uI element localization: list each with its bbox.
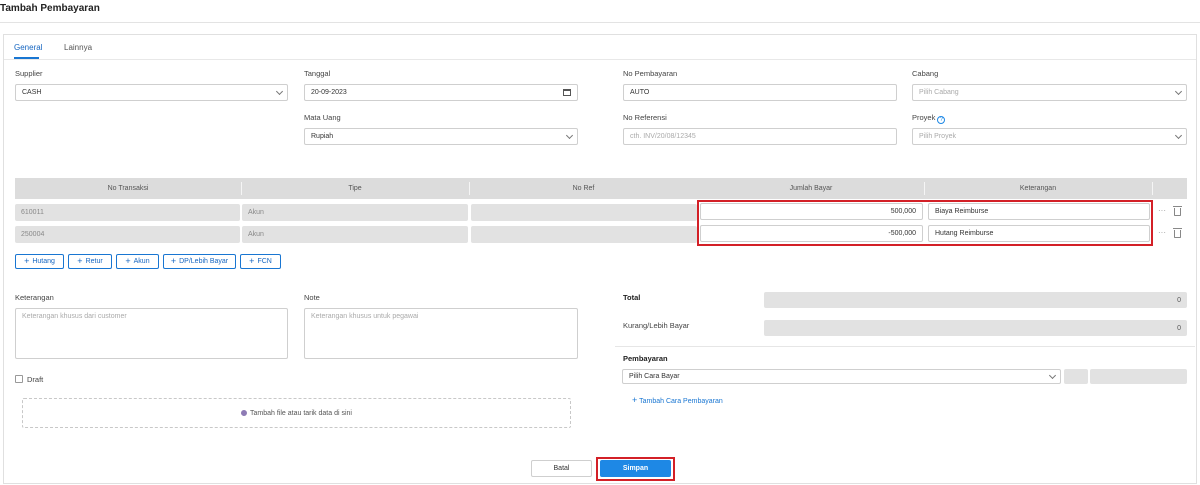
save-highlight-box	[596, 457, 675, 481]
page-title: Tambah Pembayaran	[0, 3, 100, 14]
note-textarea[interactable]: Keterangan khusus untuk pegawai	[304, 308, 578, 359]
cara-bayar-select[interactable]: Pilih Cara Bayar	[622, 369, 1061, 384]
chevron-down-icon	[1174, 87, 1183, 96]
no-referensi-input[interactable]: cth. INV/20/08/12345	[623, 128, 897, 145]
plus-icon: +	[632, 395, 638, 405]
add-hutang-label: Hutang	[32, 258, 55, 265]
mata-uang-label: Mata Uang	[304, 113, 341, 122]
cabang-placeholder: Pilih Cabang	[919, 89, 959, 96]
cabang-select[interactable]: Pilih Cabang	[912, 84, 1187, 101]
proyek-label-group: Proyek?	[912, 113, 946, 124]
no-referensi-placeholder: cth. INV/20/08/12345	[630, 133, 696, 140]
table-row-2-tipe: Akun	[242, 226, 468, 243]
cancel-button[interactable]: Batal	[531, 460, 592, 477]
add-cara-pembayaran-label: Tambah Cara Pembayaran	[639, 398, 723, 405]
header-divider	[0, 22, 1200, 23]
tanggal-date-field[interactable]: 20-09-2023	[304, 84, 578, 101]
mata-uang-select[interactable]: Rupiah	[304, 128, 578, 145]
total-label: Total	[623, 293, 641, 302]
chevron-down-icon	[275, 87, 284, 96]
th-keterangan: Keterangan	[1019, 185, 1057, 192]
trash-icon[interactable]	[1173, 206, 1182, 216]
no-pembayaran-value: AUTO	[630, 89, 650, 96]
table-row-1-tipe: Akun	[242, 204, 468, 221]
add-dp-lebih-bayar-button[interactable]: + DP/Lebih Bayar	[163, 254, 236, 269]
no-pembayaran-label: No Pembayaran	[623, 69, 678, 78]
no-pembayaran-input[interactable]: AUTO	[623, 84, 897, 101]
more-horizontal-icon[interactable]: ···	[1158, 228, 1166, 237]
header-separator	[924, 182, 925, 195]
dropzone-label: Tambah file atau tarik data di sini	[250, 409, 352, 417]
note-label: Note	[304, 293, 320, 302]
proyek-label: Proyek	[912, 113, 936, 122]
th-no-transaksi: No Transaksi	[107, 185, 149, 192]
highlight-box	[697, 200, 1153, 246]
tanggal-value: 20-09-2023	[311, 89, 347, 96]
add-fcn-button[interactable]: + FCN	[240, 254, 281, 269]
total-value: 0	[764, 292, 1187, 308]
tab-divider	[4, 59, 1196, 60]
proyek-select[interactable]: Pilih Proyek	[912, 128, 1187, 145]
draft-checkbox[interactable]	[15, 375, 23, 383]
header-separator	[1152, 182, 1153, 195]
plus-icon: +	[170, 256, 177, 266]
add-akun-label: Akun	[133, 258, 150, 265]
chevron-down-icon	[1048, 371, 1057, 380]
plus-icon: +	[125, 256, 131, 266]
more-horizontal-icon[interactable]: ···	[1158, 206, 1166, 215]
kurang-lebih-value: 0	[764, 320, 1187, 336]
file-dropzone[interactable]: Tambah file atau tarik data di sini	[22, 398, 571, 428]
question-circle-icon[interactable]: ?	[937, 116, 946, 124]
tab-general[interactable]: General	[14, 43, 42, 52]
pembayaran-label: Pembayaran	[623, 354, 668, 363]
proyek-placeholder: Pilih Proyek	[919, 133, 956, 140]
cara-bayar-placeholder: Pilih Cara Bayar	[629, 373, 680, 380]
keterangan-label: Keterangan	[15, 293, 54, 302]
th-no-ref: No Ref	[572, 185, 595, 192]
add-hutang-button[interactable]: + Hutang	[15, 254, 64, 269]
payment-amount-small	[1064, 369, 1088, 384]
kurang-lebih-label: Kurang/Lebih Bayar	[623, 321, 690, 330]
supplier-label: Supplier	[15, 69, 43, 78]
table-row-2-no-ref	[471, 226, 697, 243]
table-row-1-no-transaksi: 610011	[15, 204, 240, 221]
plus-icon: +	[249, 256, 255, 266]
keterangan-textarea[interactable]: Keterangan khusus dari customer	[15, 308, 288, 359]
add-dp-label: DP/Lebih Bayar	[179, 258, 229, 265]
header-separator	[469, 182, 470, 195]
paperclip-icon	[239, 408, 249, 418]
chevron-down-icon	[1174, 131, 1183, 140]
summary-divider	[615, 346, 1195, 347]
supplier-value: CASH	[22, 89, 42, 96]
th-jumlah-bayar: Jumlah Bayar	[789, 185, 833, 192]
tanggal-label: Tanggal	[304, 69, 331, 78]
table-row-2-no-transaksi: 250004	[15, 226, 240, 243]
tab-lainnya[interactable]: Lainnya	[64, 43, 92, 52]
calendar-icon[interactable]	[563, 89, 571, 96]
header-separator	[241, 182, 242, 195]
add-akun-button[interactable]: + Akun	[116, 254, 159, 269]
draft-label: Draft	[27, 375, 44, 384]
trash-icon[interactable]	[1173, 228, 1182, 238]
add-retur-button[interactable]: + Retur	[68, 254, 112, 269]
no-referensi-label: No Referensi	[623, 113, 667, 122]
cabang-label: Cabang	[912, 69, 939, 78]
plus-icon: +	[24, 256, 30, 266]
add-retur-label: Retur	[85, 258, 103, 265]
add-fcn-label: FCN	[257, 258, 272, 265]
table-row-1-no-ref	[471, 204, 697, 221]
plus-icon: +	[77, 256, 83, 266]
mata-uang-value: Rupiah	[311, 133, 334, 140]
payment-amount	[1090, 369, 1187, 384]
chevron-down-icon	[565, 131, 574, 140]
th-tipe: Tipe	[348, 185, 362, 192]
add-cara-pembayaran-link[interactable]: + Tambah Cara Pembayaran	[632, 395, 723, 405]
supplier-select[interactable]: CASH	[15, 84, 288, 101]
